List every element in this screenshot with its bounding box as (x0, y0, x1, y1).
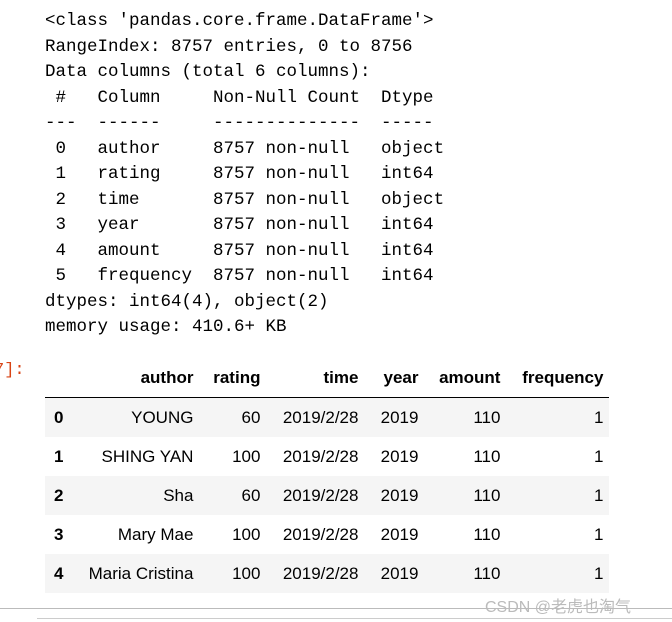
table-row: 2 Sha 60 2019/2/28 2019 110 1 (45, 476, 610, 515)
cell-year: 2019 (380, 407, 419, 427)
cell-amount: 110 (473, 524, 501, 544)
table-row: 0 YOUNG 60 2019/2/28 2019 110 1 (45, 397, 610, 437)
next-cell-edge[interactable] (37, 618, 672, 622)
cell-author: Maria Cristina (88, 563, 194, 583)
watermark: CSDN @老虎也淘气 (485, 599, 632, 616)
cell-author: SHING YAN (101, 446, 194, 466)
output-line: 5 frequency 8757 non-null int64 (45, 266, 445, 286)
output-line: 2 time 8757 non-null object (45, 189, 445, 210)
dataframe-table: author rating time year amount frequency 0 YOU… (45, 359, 610, 593)
column-header-rating: rating (199, 359, 267, 398)
column-header-time: time (266, 359, 365, 398)
table-row: 4 Maria Cristina 100 2019/2/28 2019 110 1 (45, 554, 610, 593)
output-line: RangeIndex: 8757 entries, 0 to 8756 (45, 36, 413, 57)
row-index: 4 (54, 563, 64, 583)
cell-frequency: 1 (594, 485, 604, 505)
row-index: 2 (54, 485, 64, 505)
cell-rating: 100 (232, 563, 261, 583)
cell-time: 2019/2/28 (282, 524, 359, 544)
row-index: 3 (54, 524, 64, 544)
output-line: --- ------ -------------- ----- (45, 113, 445, 133)
output-line: Data columns (total 6 columns): (45, 62, 371, 82)
divider (0, 608, 672, 609)
output-line: memory usage: 410.6+ KB (45, 317, 287, 337)
output-line: 1 rating 8757 non-null int64 (45, 164, 445, 184)
output-line: 3 year 8757 non-null int64 (45, 215, 445, 235)
cell-rating: 60 (241, 485, 261, 505)
cell-amount: 110 (473, 485, 501, 505)
cell-time: 2019/2/28 (282, 407, 359, 427)
cell-frequency: 1 (594, 446, 604, 466)
column-header-author: author (69, 359, 200, 398)
output-line: 4 amount 8757 non-null int64 (45, 240, 445, 261)
column-header-amount: amount (424, 359, 507, 398)
cell-output-text: <class 'pandas.core.frame.DataFrame'> Ran… (45, 9, 444, 341)
cell-frequency: 1 (594, 524, 604, 544)
cell-author: Sha (163, 485, 194, 505)
output-line: dtypes: int64(4), object(2) (45, 291, 329, 312)
output-line: 0 author 8757 non-null object (45, 138, 445, 159)
table-row: 1 SHING YAN 100 2019/2/28 2019 110 1 (45, 437, 609, 476)
column-header-frequency: frequency (506, 359, 610, 398)
cell-year: 2019 (380, 485, 419, 505)
cell-rating: 60 (241, 407, 261, 427)
cell-time: 2019/2/28 (282, 485, 359, 505)
cell-rating: 100 (232, 446, 261, 466)
cell-time: 2019/2/28 (282, 446, 359, 466)
cell-time: 2019/2/28 (282, 563, 359, 583)
cell-amount: 110 (473, 446, 501, 466)
column-header-year: year (364, 359, 425, 398)
row-index: 0 (54, 407, 64, 427)
cell-rating: 100 (232, 524, 261, 544)
cell-year: 2019 (380, 563, 419, 583)
row-index: 1 (54, 446, 64, 466)
cell-year: 2019 (380, 524, 419, 544)
cell-amount: 110 (473, 407, 501, 427)
output-line: <class 'pandas.core.frame.DataFrame'> (45, 11, 434, 31)
output-line: # Column Non-Null Count Dtype (45, 87, 445, 108)
cell-prompt: 7]: (0, 361, 25, 380)
index-header (45, 359, 70, 398)
table-row: 3 Mary Mae 100 2019/2/28 2019 110 1 (45, 515, 609, 554)
cell-frequency: 1 (594, 563, 604, 583)
cell-author: Mary Mae (117, 524, 194, 544)
cell-author: YOUNG (131, 407, 194, 427)
cell-amount: 110 (473, 563, 501, 583)
cell-year: 2019 (380, 446, 419, 466)
cell-frequency: 1 (594, 407, 604, 427)
